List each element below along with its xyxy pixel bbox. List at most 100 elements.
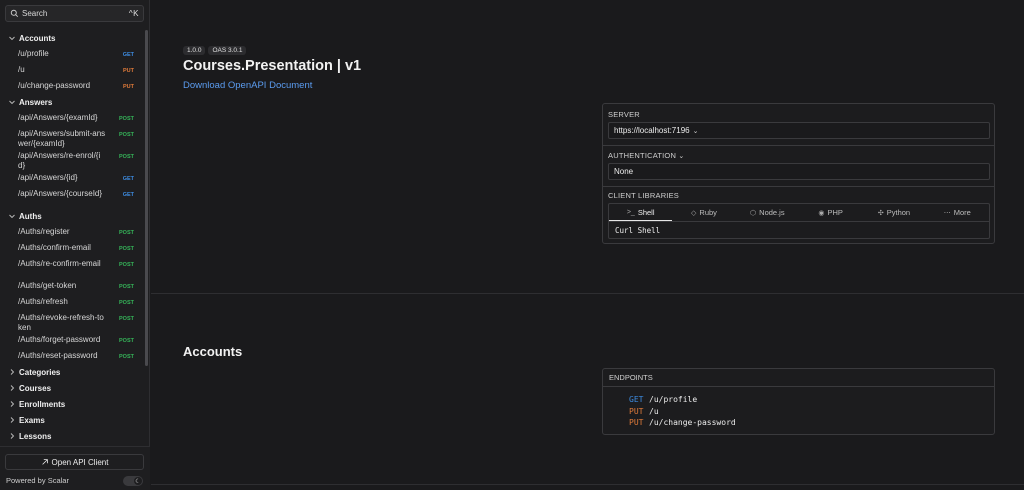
sidebar-item-path: /Auths/register [18,227,70,236]
sidebar-nav: Accounts/u/profile GET/u PUT/u/change-pass… [0,30,146,446]
sidebar-item[interactable]: /Auths/re-confirm-email POST [0,256,146,278]
sidebar-item[interactable]: /Auths/register POST [0,224,146,240]
chevron-right-icon [10,369,15,375]
tab-python[interactable]: ✣ Python [862,204,925,221]
sidebar-item-path: /api/Answers/{id} [18,173,78,182]
endpoint-path: /u [649,406,659,416]
php-icon: ◉ [818,209,825,217]
sidebar-item[interactable]: /Auths/get-token POST [0,278,146,294]
sidebar-group-label: Courses [19,383,52,393]
tab-label: Shell [637,207,655,217]
sidebar-footer: Open API Client Powered by Scalar ☾ [0,446,150,490]
sidebar-item[interactable]: /Auths/confirm-email POST [0,240,146,256]
sidebar-item-path: /api/Answers/submit-answer/{examId} [18,129,106,148]
tab-label: Python [886,208,911,217]
sidebar-group-enrollments[interactable]: Enrollments [0,396,146,412]
authentication-toggle[interactable]: AUTHENTICATION ⌄ [608,151,684,160]
method-badge: POST [119,316,134,322]
server-select[interactable]: https://localhost:7196 ⌄ [608,122,990,139]
chevron-right-icon [10,385,15,391]
sidebar-group-auths[interactable]: Auths [0,208,146,224]
sidebar-group-label: Lessons [19,431,52,441]
sidebar-item-path: /Auths/revoke-refresh-token [18,313,104,332]
sidebar-item-path: /api/Answers/re-enrol/{id} [18,151,101,170]
method-badge: GET [122,176,134,182]
tab-label: More [953,208,971,217]
endpoints-header: ENDPOINTS [603,369,994,387]
sidebar-item[interactable]: /api/Answers/{examId} POST [0,110,146,126]
chevron-down-icon [9,100,15,105]
sidebar-item[interactable]: /u PUT [0,62,146,78]
open-api-client-button[interactable]: Open API Client [5,454,144,470]
open-api-client-label: Open API Client [51,457,109,467]
more-icon: ⋯ [943,209,951,217]
client-library-tabs: >_ Shell ◇ Ruby ⬡ Node.js ◉ PHP ✣ Python ⋯ More [608,203,990,221]
sidebar-item[interactable]: /api/Answers/{id} GET [0,170,146,186]
server-label: SERVER [608,110,640,119]
sidebar-item[interactable]: /api/Answers/{courseId} GET [0,186,146,208]
method-badge: POST [119,338,134,344]
method-badge: POST [119,154,134,160]
method-badge: POST [119,284,134,290]
shell-icon: >_ [626,208,635,216]
sidebar-item[interactable]: /Auths/reset-password POST [0,348,146,364]
chevron-down-icon: ⌄ [678,153,685,160]
tab-ruby[interactable]: ◇ Ruby [672,204,735,221]
sidebar-item[interactable]: /Auths/revoke-refresh-token POST [0,310,146,332]
sidebar-item[interactable]: /u/change-password PUT [0,78,146,94]
powered-by-text: Powered by Scalar [6,476,69,485]
search-icon [10,9,19,18]
sidebar-group-accounts[interactable]: Accounts [0,30,146,46]
moon-icon: ☾ [134,477,142,485]
sidebar-group-categories[interactable]: Categories [0,364,146,380]
sidebar-item[interactable]: /u/profile GET [0,46,146,62]
sidebar-scrollbar[interactable] [145,30,148,366]
client-select[interactable]: Curl Shell [608,221,990,239]
download-openapi-link[interactable]: Download OpenAPI Document [183,80,312,91]
endpoint-row[interactable]: PUT/u [629,406,736,418]
authentication-select[interactable]: None [608,163,990,180]
method-badge: POST [119,116,134,122]
main-content: 1.0.0 OAS 3.0.1 Courses.Presentation | v… [151,0,1024,490]
authentication-label: AUTHENTICATION [608,151,677,160]
sidebar-group-exams[interactable]: Exams [0,412,146,428]
sidebar-group-courses[interactable]: Courses [0,380,146,396]
client-libraries-label: CLIENT LIBRARIES [608,191,680,200]
sidebar-item-path: /u/profile [18,49,49,58]
endpoint-row[interactable]: PUT/u/change-password [629,417,736,429]
tab-nodejs[interactable]: ⬡ Node.js [736,204,799,221]
endpoint-path: /u/change-password [649,418,736,427]
sidebar-item-path: /u/change-password [18,81,91,90]
tab-more[interactable]: ⋯ More [926,204,989,221]
accounts-section-title: Accounts [183,344,243,359]
page-title: Courses.Presentation | v1 [183,58,362,74]
method-badge: POST [119,300,134,306]
method-badge: GET [122,192,134,198]
search-input[interactable]: Search ^K [5,5,144,22]
sidebar-group-lessons[interactable]: Lessons [0,428,146,444]
sidebar-group-answers[interactable]: Answers [0,94,146,110]
endpoint-row[interactable]: GET/u/profile [629,394,736,406]
sidebar-item[interactable]: /api/Answers/submit-answer/{examId} POST [0,126,146,148]
sidebar-item[interactable]: /Auths/refresh POST [0,294,146,310]
python-icon: ✣ [877,209,884,217]
sidebar-item[interactable]: /api/Answers/re-enrol/{id} POST [0,148,146,170]
tab-shell[interactable]: >_ Shell [609,204,673,221]
chevron-right-icon [10,401,15,407]
theme-toggle[interactable]: ☾ [123,476,143,486]
method-badge: POST [119,246,134,252]
nodejs-icon: ⬡ [750,209,757,217]
sidebar-item-path: /Auths/forget-password [18,335,101,344]
search-placeholder: Search [22,9,48,18]
chevron-down-icon: ⌄ [692,127,699,135]
tab-label: Ruby [699,208,717,217]
tab-php[interactable]: ◉ PHP [799,204,862,221]
method-badge: POST [119,262,134,268]
sidebar-item[interactable]: /Auths/forget-password POST [0,332,146,348]
arrow-up-right-icon [41,459,48,465]
endpoints-list: GET/u/profile PUT/u PUT/u/change-password [629,394,736,429]
search-shortcut: ^K [128,9,139,18]
tab-label: PHP [827,208,843,217]
method-badge: POST [119,132,134,138]
method-badge: POST [119,230,134,236]
